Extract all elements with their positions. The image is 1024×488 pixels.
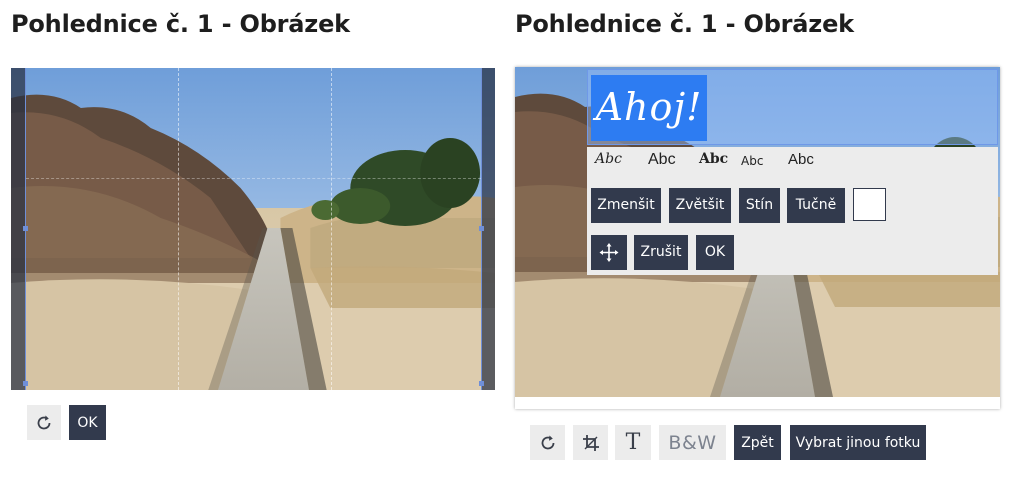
cancel-button[interactable]: Zrušit xyxy=(634,235,688,270)
page-title-right: Pohlednice č. 1 - Obrázek xyxy=(515,10,854,38)
font-option-blackletter[interactable]: Abc xyxy=(699,151,728,173)
move-icon xyxy=(599,243,619,262)
choose-photo-button[interactable]: Vybrat jinou fotku xyxy=(790,425,926,460)
bw-filter-button[interactable]: B&W xyxy=(659,425,726,460)
rotate-button-left[interactable] xyxy=(27,405,61,440)
text-color-swatch[interactable] xyxy=(853,188,886,221)
crop-handle-right[interactable] xyxy=(479,226,484,231)
rotate-icon xyxy=(37,415,51,429)
font-option-script[interactable]: Abc xyxy=(595,151,622,173)
text-tool-button[interactable]: T xyxy=(615,425,651,460)
shadow-button[interactable]: Stín xyxy=(739,188,780,223)
text-ok-button[interactable]: OK xyxy=(696,235,734,270)
back-button[interactable]: Zpět xyxy=(734,425,781,460)
font-option-regular[interactable]: Abc xyxy=(788,151,814,173)
font-option-sans[interactable]: Abc xyxy=(648,151,676,173)
crop-icon xyxy=(582,434,599,451)
move-button[interactable] xyxy=(591,235,627,270)
editor-canvas[interactable]: Ahoj! Abc Abc Abc Abc Abc Zmenšit Zvětši… xyxy=(515,67,1000,409)
page-title-left: Pohlednice č. 1 - Obrázek xyxy=(11,10,350,38)
font-picker: Abc Abc Abc Abc Abc xyxy=(587,147,998,175)
bold-button[interactable]: Tučně xyxy=(787,188,845,223)
crop-guide-line xyxy=(331,68,332,390)
crop-guide-line xyxy=(178,68,179,390)
text-edit-panel: Abc Abc Abc Abc Abc Zmenšit Zvětšit Stín… xyxy=(587,147,998,275)
rotate-icon xyxy=(541,435,554,449)
crop-handle-left[interactable] xyxy=(23,226,28,231)
crop-button[interactable] xyxy=(573,425,608,460)
crop-selection[interactable] xyxy=(23,68,484,390)
crop-guide-line xyxy=(26,178,481,179)
crop-handle-bottom-right[interactable] xyxy=(479,381,484,386)
text-overlay[interactable]: Ahoj! xyxy=(591,75,707,141)
crop-ok-button[interactable]: OK xyxy=(69,405,106,440)
crop-canvas[interactable] xyxy=(11,68,495,390)
crop-handle-bottom-left[interactable] xyxy=(23,381,28,386)
enlarge-button[interactable]: Zvětšit xyxy=(669,188,731,223)
rotate-button-right[interactable] xyxy=(530,425,565,460)
font-option-small[interactable]: Abc xyxy=(741,154,763,176)
shrink-button[interactable]: Zmenšit xyxy=(591,188,661,223)
